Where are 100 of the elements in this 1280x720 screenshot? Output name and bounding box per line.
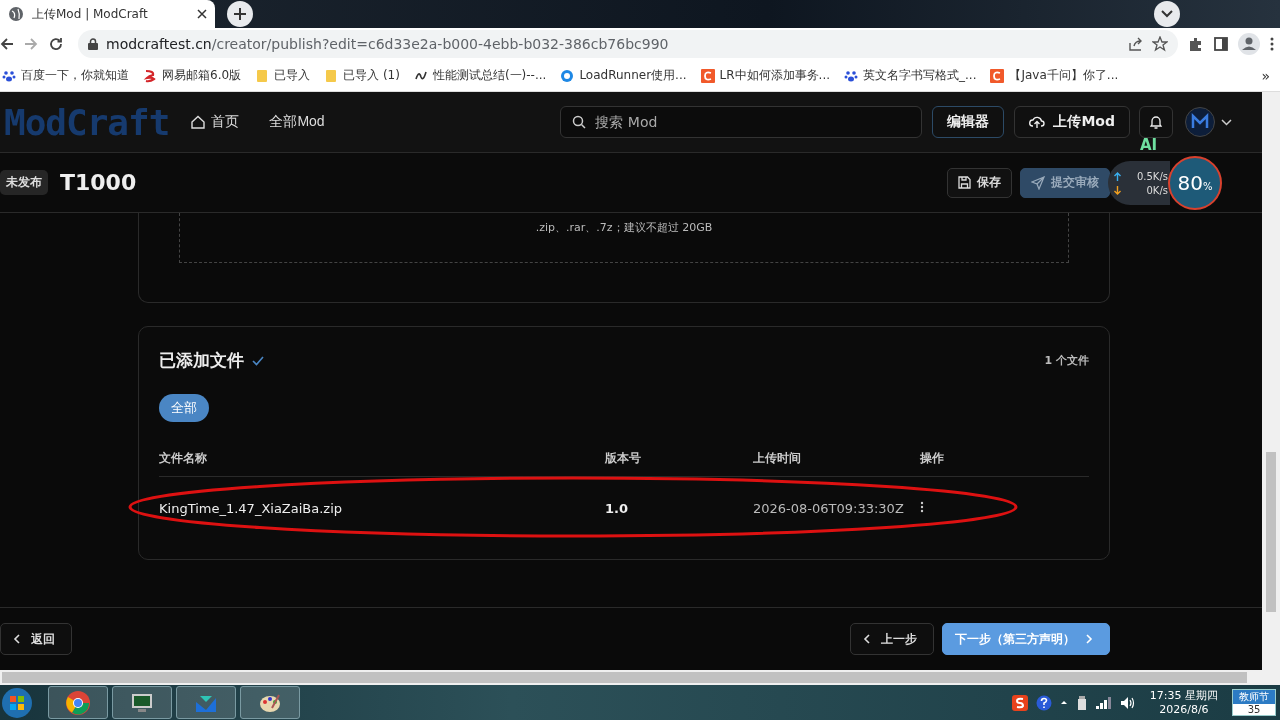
chevron-down-icon[interactable] — [1221, 118, 1232, 126]
bookmark[interactable]: 百度一下，你就知道 — [2, 67, 129, 84]
vertical-scrollbar[interactable] — [1262, 92, 1280, 670]
share-icon[interactable] — [1128, 37, 1144, 51]
bookmark[interactable]: 已导入 (1) — [324, 67, 400, 84]
version-cell-text: 1.0 — [605, 500, 630, 516]
back-link-button[interactable]: 返回 — [0, 623, 72, 655]
side-panel-icon[interactable] — [1214, 37, 1228, 51]
notifications-button[interactable] — [1139, 106, 1173, 138]
tab-search-button[interactable] — [1154, 1, 1180, 27]
star-icon[interactable] — [1152, 36, 1168, 52]
start-button[interactable] — [0, 685, 34, 720]
url-host: modcraftest.cn — [106, 36, 212, 52]
taskbar-app[interactable] — [48, 686, 108, 719]
back-button[interactable] — [0, 37, 14, 51]
editor-button[interactable]: 编辑器 — [932, 106, 1005, 138]
more-bookmarks[interactable]: » — [1261, 67, 1270, 84]
column-header: 文件名称 — [159, 449, 208, 467]
chevron-down-icon — [1161, 10, 1173, 18]
clock-date[interactable]: 2026/8/6 — [1159, 702, 1209, 717]
upload-speed: 0.5K/s — [1135, 170, 1169, 182]
horizontal-scrollbar[interactable] — [0, 670, 1280, 685]
bookmark[interactable]: LoadRunner使用... — [560, 67, 687, 84]
file-count: 1 个文件 — [1044, 353, 1089, 368]
paw-icon — [2, 68, 16, 83]
previous-step-button[interactable]: 上一步 — [850, 623, 934, 655]
file-name: KingTime_1.47_XiaZaiBa.zip — [159, 500, 344, 516]
puzzle-icon[interactable] — [1188, 36, 1204, 52]
lock-icon — [88, 38, 98, 50]
upload-mod-button[interactable]: 上传Mod — [1014, 106, 1130, 138]
bookmark[interactable]: 【Java千问】你了... — [990, 67, 1119, 84]
calendar-label: 教师节 — [1233, 690, 1275, 704]
ai-label: AI — [1140, 136, 1158, 154]
letter-logo-icon — [700, 68, 715, 83]
arrow-right-icon — [24, 37, 38, 51]
input-method-icon[interactable] — [1011, 694, 1028, 711]
volume-icon[interactable] — [1119, 695, 1136, 710]
taskbar-app[interactable] — [240, 686, 300, 719]
cloud-upload-icon — [1029, 115, 1046, 129]
download-speed: 0K/s — [1145, 184, 1169, 196]
upload-time: 2026-08-06T09:33:30Z — [753, 500, 905, 516]
check-icon — [252, 355, 264, 366]
arrow-left-icon — [0, 37, 14, 51]
status-badge: 未发布 — [0, 170, 48, 195]
new-tab-button[interactable] — [227, 1, 253, 27]
profile-icon[interactable] — [1238, 33, 1260, 55]
bookmark[interactable]: LR中如何添加事务... — [700, 67, 830, 84]
monitor-icon — [130, 691, 154, 714]
address-bar[interactable]: modcraftest.cn/creator/publish?edit=c6d33e2a-b000-4ebb-b032-386cb76bc990 — [78, 30, 1178, 58]
mod-title: T1000 — [60, 170, 138, 195]
browser-tab[interactable]: 上传Mod | ModCraft — [0, 0, 215, 28]
nav-link[interactable]: 全部Mod — [269, 113, 325, 131]
send-icon — [1031, 175, 1045, 190]
bookmark[interactable]: 已导入 — [255, 67, 311, 84]
folder-icon — [255, 68, 270, 83]
plus-icon — [234, 8, 246, 20]
more-icon[interactable] — [920, 500, 924, 513]
browser-logo-icon — [65, 689, 91, 716]
upload-hint: .zip、.rar、.7z；建议不超过 20GB — [535, 220, 713, 236]
reload-button[interactable] — [48, 36, 64, 52]
bell-icon — [1149, 114, 1163, 130]
reload-icon — [48, 36, 64, 52]
help-icon[interactable] — [1035, 694, 1052, 711]
signal-icon[interactable] — [1095, 696, 1112, 709]
start-orb-icon — [0, 685, 34, 720]
usb-icon[interactable] — [1075, 694, 1088, 711]
tab-title: 上传Mod | ModCraft — [32, 5, 149, 23]
chevron-left-icon — [13, 634, 21, 644]
column-header: 操作 — [920, 449, 945, 467]
save-button[interactable]: 保存 — [947, 167, 1012, 198]
ring-logo-icon — [560, 68, 575, 83]
section-title: 已添加文件 — [159, 349, 244, 372]
nav-link[interactable]: 首页 — [191, 113, 240, 131]
up-arrow-icon — [1114, 171, 1121, 181]
bookmark[interactable]: 英文名字书写格式_... — [844, 67, 977, 84]
mail-logo-icon — [143, 68, 157, 83]
close-icon[interactable] — [197, 9, 207, 19]
search-field[interactable]: 搜索 Mod — [560, 106, 923, 138]
user-avatar[interactable] — [1185, 107, 1215, 137]
bookmark[interactable]: 性能测试总结(一)--... — [413, 67, 547, 84]
column-header: 上传时间 — [753, 449, 802, 467]
filter-chip[interactable]: 全部 — [159, 394, 209, 422]
url-path: /creator/publish?edit=c6d33e2a-b000-4ebb-b032-386cb76bc990 — [211, 36, 669, 52]
clock-time[interactable]: 17:35 星期四 — [1149, 688, 1218, 703]
avatar-icon — [1191, 113, 1209, 131]
down-arrow-icon — [1114, 185, 1121, 195]
home-icon — [191, 115, 206, 129]
menu-icon[interactable] — [1270, 37, 1274, 51]
bookmark[interactable]: 网易邮箱6.0版 — [143, 67, 242, 84]
taskbar-app[interactable] — [112, 686, 172, 719]
calendar-day: 35 — [1233, 704, 1275, 715]
paw-icon — [844, 68, 858, 83]
calendar-widget[interactable]: 教师节 35 — [1232, 689, 1276, 716]
letter-logo-icon — [990, 68, 1005, 83]
taskbar-app[interactable] — [176, 686, 236, 719]
chevron-right-icon — [1085, 634, 1093, 644]
globe-icon — [8, 6, 24, 22]
gauge-value: 80 — [1177, 171, 1203, 195]
drop-zone[interactable]: .zip、.rar、.7z；建议不超过 20GB — [179, 213, 1069, 263]
save-icon — [958, 176, 971, 189]
